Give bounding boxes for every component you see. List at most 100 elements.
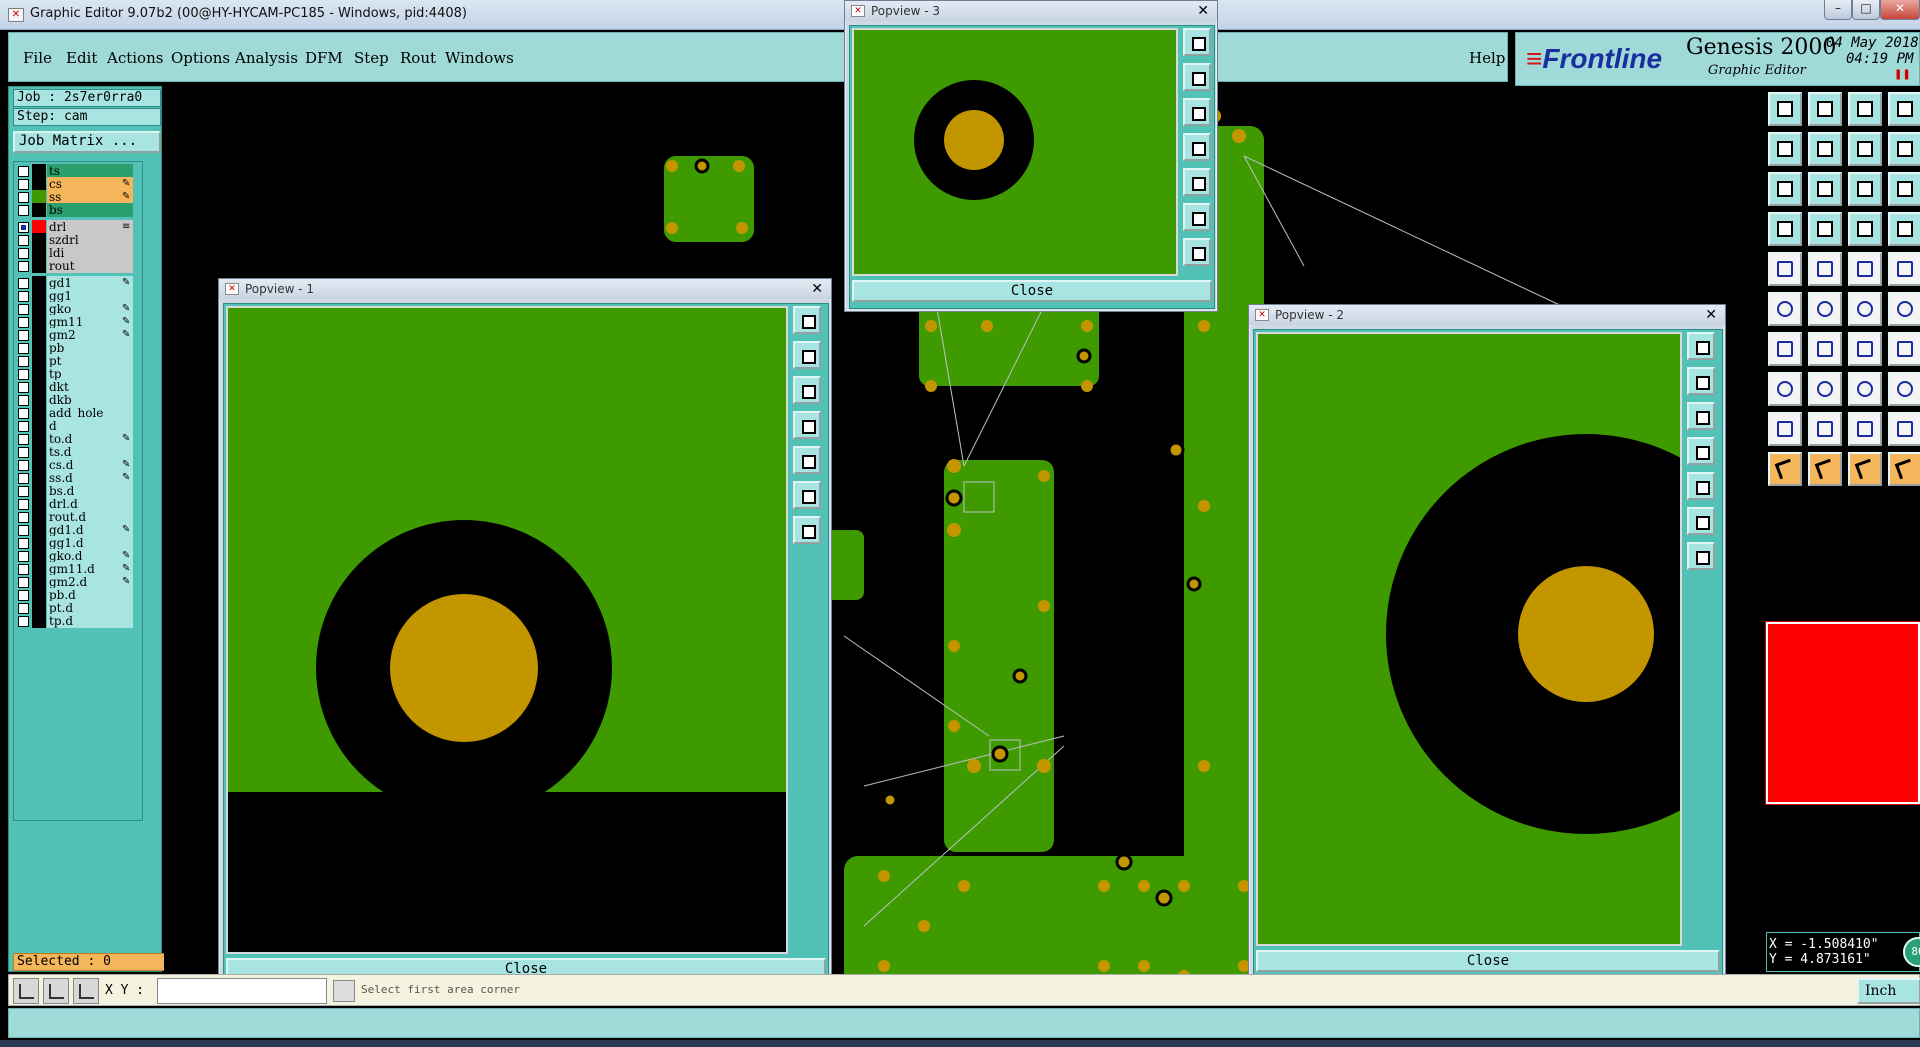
layer-color-swatch[interactable] — [32, 276, 46, 290]
measure-icon-3[interactable] — [1848, 292, 1882, 326]
layer-row-bs[interactable]: bs — [16, 203, 140, 218]
zoom-out-icon[interactable] — [1183, 238, 1211, 266]
layer-color-swatch[interactable] — [32, 220, 46, 234]
layer-color-swatch[interactable] — [32, 177, 46, 191]
layer-checkbox[interactable] — [18, 421, 29, 432]
layer-checkbox[interactable] — [18, 205, 29, 216]
menu-rout[interactable]: Rout — [400, 49, 436, 67]
layer-color-swatch[interactable] — [32, 432, 46, 446]
route-icon-4[interactable] — [1888, 332, 1920, 366]
layer-checkbox[interactable] — [18, 166, 29, 177]
home-icon-2[interactable] — [1808, 172, 1842, 206]
layer-color-swatch[interactable] — [32, 497, 46, 511]
measure-icon-2[interactable] — [1808, 292, 1842, 326]
layer-checkbox[interactable] — [18, 590, 29, 601]
layer-checkbox[interactable] — [18, 447, 29, 458]
layer-checkbox[interactable] — [18, 235, 29, 246]
shape-icon-4[interactable] — [1888, 412, 1920, 446]
zoom-icon-3[interactable] — [1848, 92, 1882, 126]
pan-down-icon[interactable] — [1183, 98, 1211, 126]
layer-color-swatch[interactable] — [32, 562, 46, 576]
zoom-in-icon[interactable] — [1183, 203, 1211, 231]
snap-icon-2[interactable] — [1808, 252, 1842, 286]
layer-checkbox[interactable] — [18, 395, 29, 406]
layer-checkbox[interactable] — [18, 564, 29, 575]
layer-checkbox[interactable] — [18, 192, 29, 203]
snap-icon[interactable] — [13, 978, 39, 1004]
snap-icon-1[interactable] — [1768, 252, 1802, 286]
layer-color-swatch[interactable] — [32, 246, 46, 260]
zoom-icon-1[interactable] — [1768, 92, 1802, 126]
layer-checkbox[interactable] — [18, 369, 29, 380]
layer-checkbox[interactable] — [18, 278, 29, 289]
layer-checkbox[interactable] — [18, 473, 29, 484]
layer-color-swatch[interactable] — [32, 164, 46, 178]
zoom-in-icon[interactable] — [1687, 507, 1715, 535]
pan-up-icon[interactable] — [1183, 63, 1211, 91]
select-icon-2[interactable] — [1808, 452, 1842, 486]
layer-color-swatch[interactable] — [32, 536, 46, 550]
pan-icon-2[interactable] — [1808, 132, 1842, 166]
menu-actions[interactable]: Actions — [107, 49, 163, 67]
layer-checkbox[interactable] — [18, 525, 29, 536]
layer-color-swatch[interactable] — [32, 259, 46, 273]
layer-checkbox[interactable] — [18, 538, 29, 549]
pan-up-icon[interactable] — [1687, 367, 1715, 395]
help-icon-4[interactable] — [1888, 372, 1920, 406]
pan-icon-4[interactable] — [1888, 132, 1920, 166]
fit-icon-4[interactable] — [1888, 212, 1920, 246]
shape-icon-2[interactable] — [1808, 412, 1842, 446]
layer-color-swatch[interactable] — [32, 315, 46, 329]
layer-row-tp-d[interactable]: tp.d — [16, 614, 140, 629]
pan-up-icon[interactable] — [793, 341, 821, 369]
pan-right-icon[interactable] — [1687, 472, 1715, 500]
layer-checkbox[interactable] — [18, 330, 29, 341]
popview-2-close-button[interactable]: Close — [1256, 950, 1720, 972]
layer-color-swatch[interactable] — [32, 614, 46, 628]
units-selector[interactable]: Inch — [1857, 978, 1920, 1004]
popview-3-close-button[interactable]: Close — [852, 280, 1212, 302]
pan-down-icon[interactable] — [793, 376, 821, 404]
pan-left-icon[interactable] — [793, 411, 821, 439]
layer-color-swatch[interactable] — [32, 419, 46, 433]
shape-icon-3[interactable] — [1848, 412, 1882, 446]
popview-2-view[interactable] — [1256, 332, 1682, 946]
measure-icon[interactable] — [43, 978, 69, 1004]
pan-left-icon[interactable] — [1183, 133, 1211, 161]
layer-row-rout[interactable]: rout — [16, 259, 140, 274]
help-icon-3[interactable] — [1848, 372, 1882, 406]
menu-options[interactable]: Options — [171, 49, 230, 67]
layer-color-swatch[interactable] — [32, 445, 46, 459]
layer-checkbox[interactable] — [18, 343, 29, 354]
zoom-icon-2[interactable] — [1808, 92, 1842, 126]
layer-checkbox[interactable] — [18, 317, 29, 328]
layer-color-swatch[interactable] — [32, 367, 46, 381]
layer-checkbox[interactable] — [18, 261, 29, 272]
menu-analysis[interactable]: Analysis — [235, 49, 298, 67]
menu-dfm[interactable]: DFM — [305, 49, 343, 67]
fit-icon-3[interactable] — [1848, 212, 1882, 246]
help-icon-2[interactable] — [1808, 372, 1842, 406]
menu-step[interactable]: Step — [354, 49, 389, 67]
layer-checkbox[interactable] — [18, 408, 29, 419]
popview-1-close-x[interactable]: ✕ — [811, 279, 823, 299]
snap-icon-3[interactable] — [1848, 252, 1882, 286]
zoom-out-icon[interactable] — [1687, 542, 1715, 570]
layer-color-swatch[interactable] — [32, 458, 46, 472]
layer-checkbox[interactable] — [18, 179, 29, 190]
zoom-icon-4[interactable] — [1888, 92, 1920, 126]
layer-checkbox[interactable] — [18, 551, 29, 562]
layer-checkbox[interactable] — [18, 291, 29, 302]
layer-checkbox[interactable] — [18, 382, 29, 393]
help-icon-1[interactable] — [1768, 372, 1802, 406]
home-icon-1[interactable] — [1768, 172, 1802, 206]
layer-color-swatch[interactable] — [32, 471, 46, 485]
layer-checkbox[interactable] — [18, 486, 29, 497]
menu-help[interactable]: Help — [1469, 49, 1505, 67]
route-icon-3[interactable] — [1848, 332, 1882, 366]
layer-checkbox[interactable] — [18, 577, 29, 588]
layer-checkbox[interactable] — [18, 304, 29, 315]
maximize-button[interactable]: □ — [1852, 0, 1880, 20]
zoom-home-icon[interactable] — [1687, 332, 1715, 360]
pan-left-icon[interactable] — [1687, 437, 1715, 465]
